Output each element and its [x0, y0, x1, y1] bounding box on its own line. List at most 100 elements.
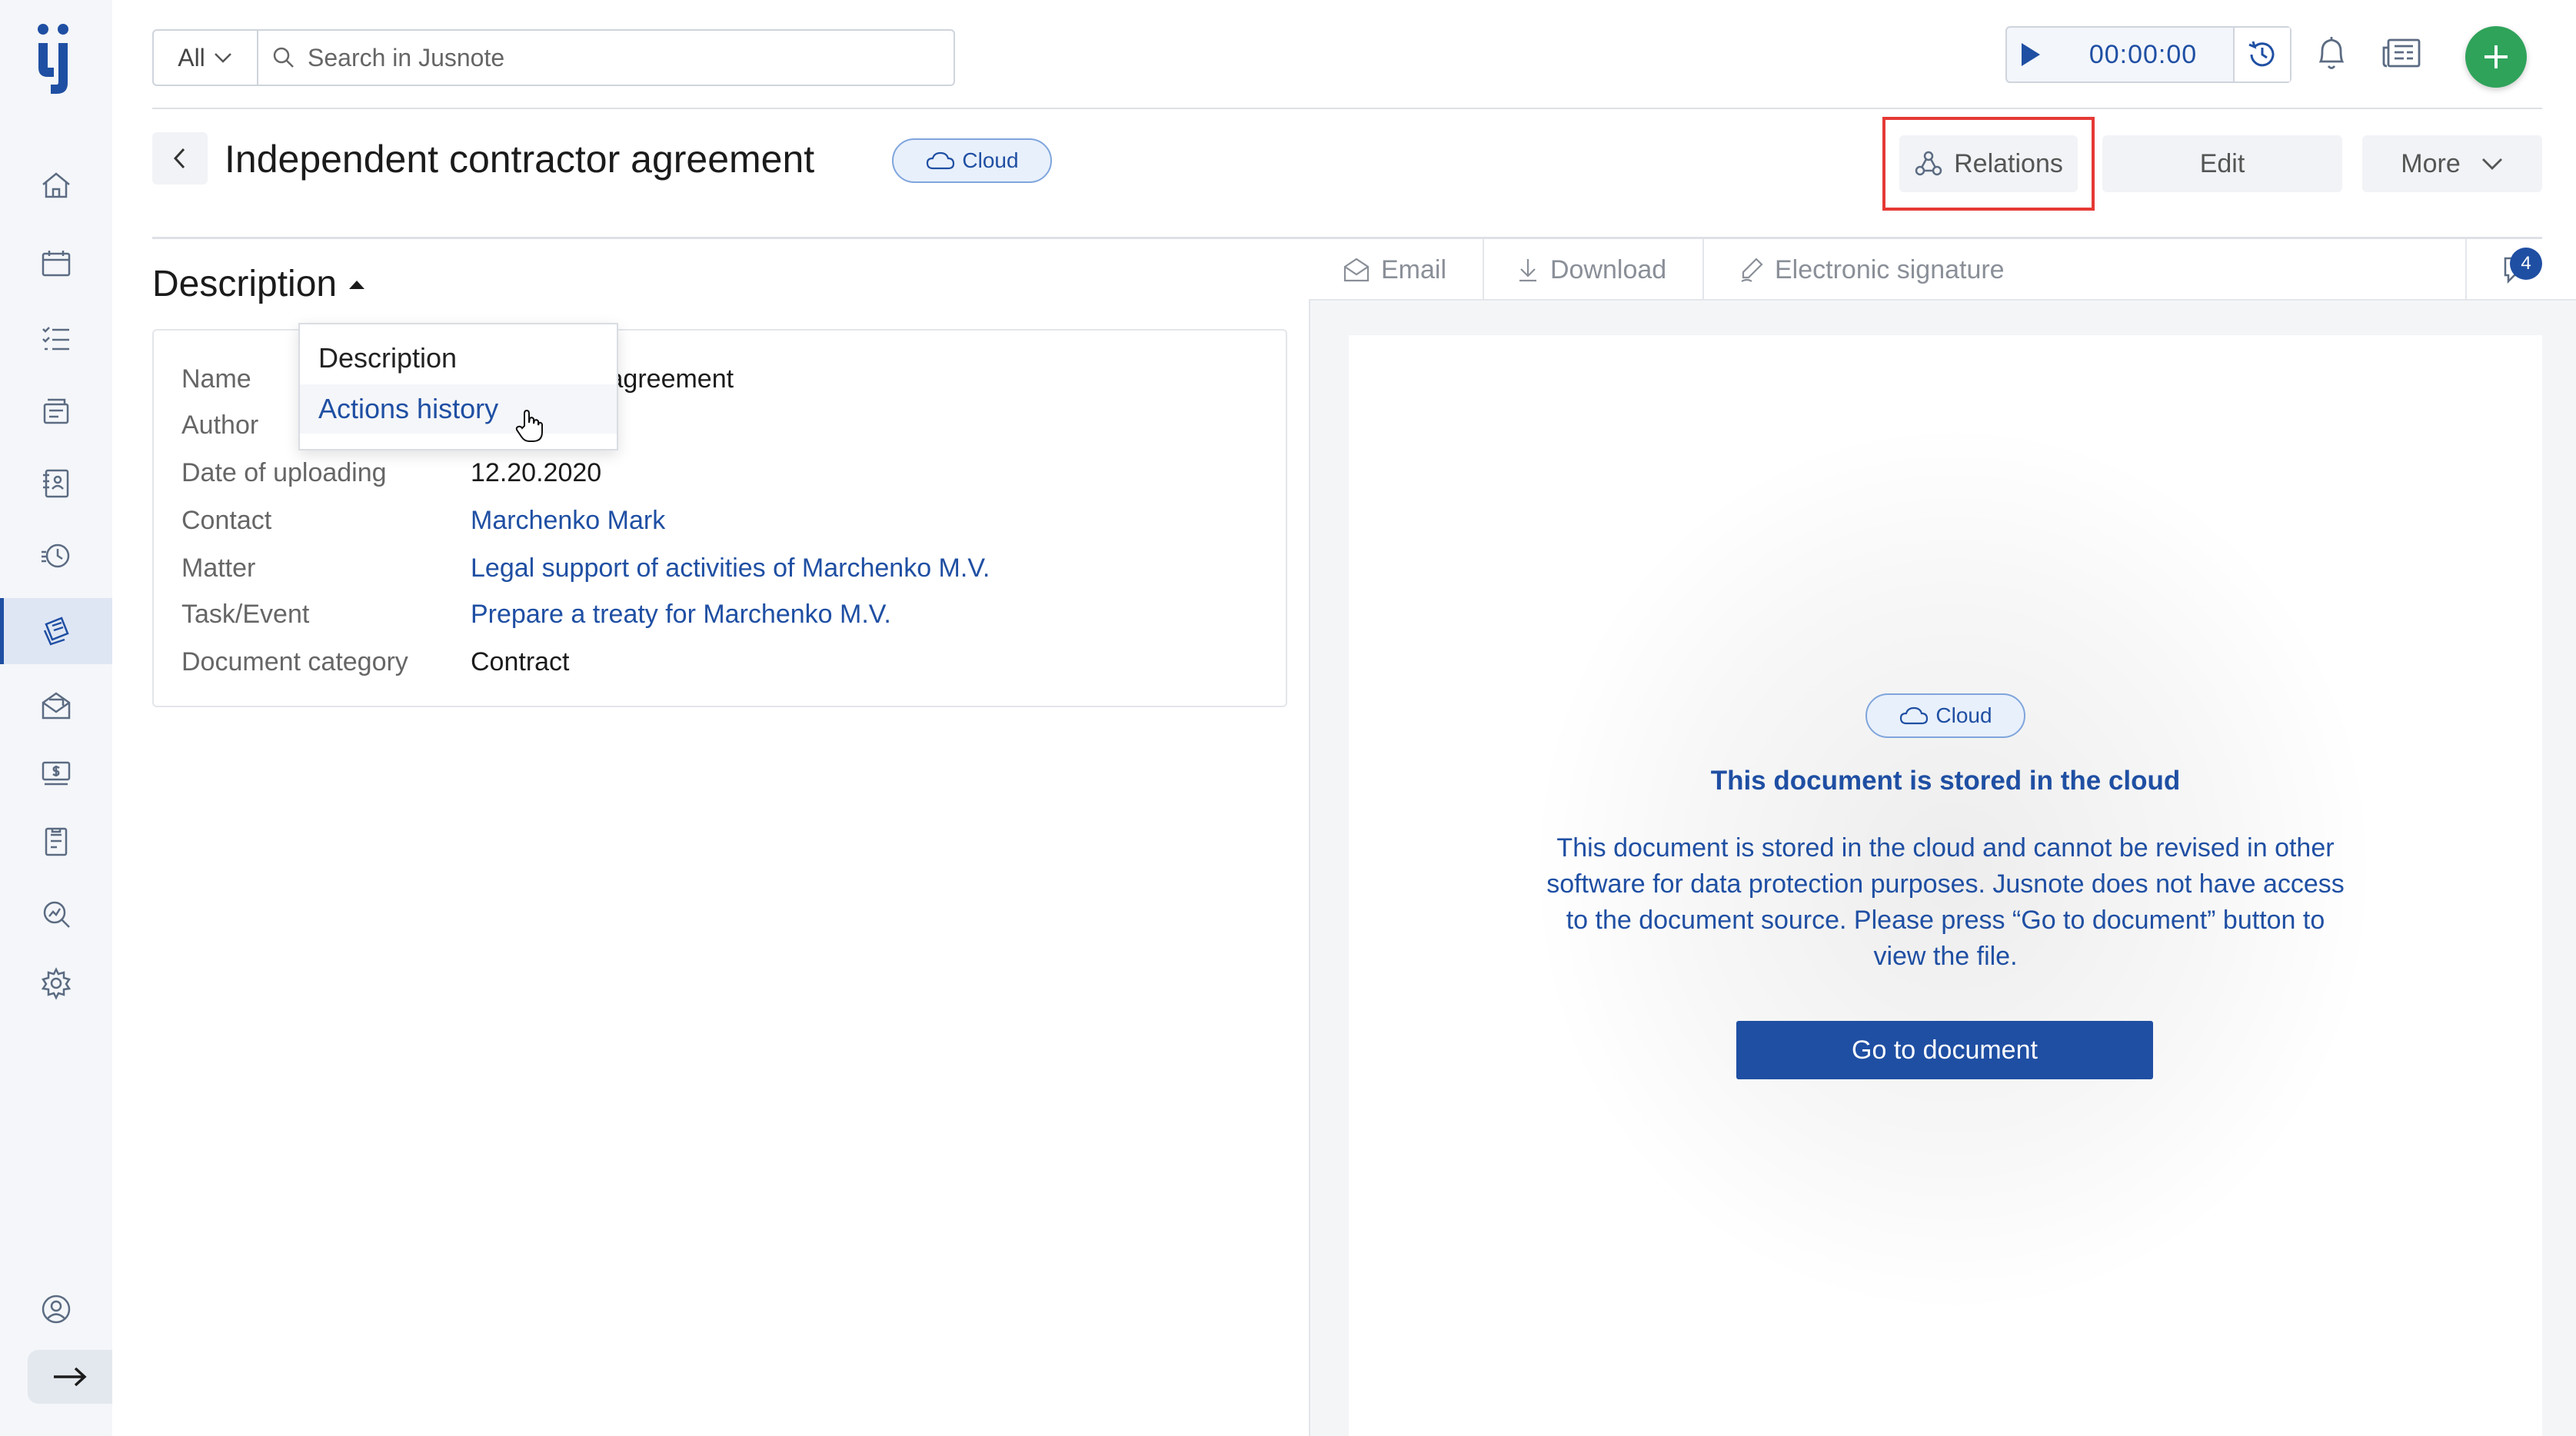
back-button[interactable] — [152, 132, 208, 184]
gear-icon — [41, 967, 72, 1000]
dropdown-item-description[interactable]: Description — [300, 334, 617, 383]
detail-value: Contract — [471, 647, 570, 676]
go-to-document-button[interactable]: Go to document — [1736, 1021, 2153, 1079]
signature-pen-icon — [1741, 258, 1763, 282]
search-scope-select[interactable]: All — [154, 31, 258, 85]
detail-row-category: Document category Contract — [181, 643, 570, 681]
calendar-icon — [42, 251, 71, 277]
download-icon — [1519, 259, 1536, 282]
caret-up-icon — [349, 280, 365, 289]
toolbar-separator — [2465, 239, 2467, 301]
task-link[interactable]: Prepare a treaty for Marchenko M.V. — [471, 600, 891, 630]
arrow-right-icon — [54, 1367, 87, 1387]
reports-icon — [45, 827, 68, 856]
matters-icon — [43, 398, 69, 424]
timer-display: 00:00:00 — [2088, 39, 2198, 69]
time-history-icon — [42, 543, 70, 568]
news-button[interactable] — [2381, 37, 2422, 73]
preview-cloud-badge-label: Cloud — [1935, 703, 1992, 727]
sidebar — [0, 0, 112, 1436]
hand-cursor-icon — [515, 409, 544, 447]
search-icon — [273, 47, 294, 68]
detail-label: Task/Event — [181, 599, 310, 629]
cloud-icon — [927, 151, 955, 170]
chevron-down-icon — [2481, 158, 2502, 170]
electronic-signature-label: Electronic signature — [1775, 254, 2005, 284]
edit-button-label: Edit — [2199, 148, 2245, 178]
download-button[interactable]: Download — [1516, 239, 1666, 301]
play-icon — [2022, 43, 2040, 66]
chevron-left-icon — [173, 148, 185, 169]
bell-icon — [2318, 37, 2345, 69]
detail-row-date: Date of uploading 12.20.2020 — [181, 454, 601, 492]
nav-contacts[interactable] — [0, 450, 112, 517]
preview-title: This document is stored in the cloud — [1710, 766, 2181, 796]
timer-history-button[interactable] — [2233, 28, 2290, 81]
relations-button[interactable]: Relations — [1899, 135, 2078, 192]
mail-icon — [42, 692, 71, 720]
nav-calendar[interactable] — [0, 231, 112, 297]
email-button[interactable]: Email — [1343, 239, 1446, 301]
contacts-book-icon — [43, 469, 69, 498]
page-title: Independent contractor agreement — [225, 138, 815, 181]
timer-play-button[interactable] — [2007, 42, 2053, 68]
create-new-button[interactable] — [2465, 26, 2527, 88]
contact-link[interactable]: Marchenko Mark — [471, 506, 665, 536]
timer-widget: 00:00:00 — [2005, 26, 2291, 83]
detail-label: Document category — [181, 647, 408, 676]
detail-label: Matter — [181, 553, 256, 583]
toolbar-separator — [1702, 239, 1704, 301]
user-profile-icon — [42, 1295, 71, 1324]
email-icon — [1343, 258, 1370, 282]
electronic-signature-button[interactable]: Electronic signature — [1739, 239, 2005, 301]
newspaper-icon — [2382, 38, 2421, 68]
cloud-badge-label: Cloud — [962, 148, 1019, 172]
analytics-icon — [43, 901, 70, 928]
toolbar-separator — [1483, 239, 1484, 301]
nav-profile[interactable] — [0, 1276, 112, 1342]
money-icon — [42, 761, 71, 786]
detail-label: Date of uploading — [181, 457, 387, 487]
chevron-down-icon — [214, 53, 231, 63]
nav-time-tracking[interactable] — [0, 523, 112, 589]
matter-link[interactable]: Legal support of activities of Marchenko… — [471, 553, 990, 583]
nav-home[interactable] — [0, 152, 112, 218]
cloud-icon — [1900, 706, 1929, 725]
more-button[interactable]: More — [2362, 135, 2542, 192]
nav-billing[interactable] — [0, 740, 112, 806]
comments-count-badge: 4 — [2510, 248, 2542, 280]
edit-button[interactable]: Edit — [2102, 135, 2342, 192]
email-button-label: Email — [1381, 254, 1447, 284]
header-divider — [152, 108, 2542, 109]
plus-icon — [2484, 45, 2508, 68]
nav-analytics[interactable] — [0, 881, 112, 947]
notifications-button[interactable] — [2315, 34, 2348, 76]
download-button-label: Download — [1550, 254, 1667, 284]
nav-reports[interactable] — [0, 809, 112, 875]
detail-value: 12.20.2020 — [471, 457, 602, 487]
global-search: All — [152, 29, 955, 86]
relations-icon — [1915, 151, 1942, 176]
section-heading-label: Description — [152, 264, 338, 304]
search-field — [258, 31, 954, 85]
section-dropdown: Description Actions history — [298, 323, 618, 450]
section-switcher[interactable]: Description — [152, 263, 366, 305]
dropdown-item-actions-history[interactable]: Actions history — [300, 384, 617, 434]
detail-row-task: Task/Event Prepare a treaty for Marchenk… — [181, 595, 891, 633]
relations-button-label: Relations — [1954, 148, 2063, 178]
nav-mail[interactable] — [0, 673, 112, 740]
documents-icon — [43, 617, 69, 646]
jusnote-logo[interactable] — [31, 22, 80, 95]
cloud-storage-badge: Cloud — [892, 138, 1052, 183]
nav-matters[interactable] — [0, 378, 112, 444]
task-list-icon — [42, 327, 69, 351]
preview-cloud-badge: Cloud — [1865, 693, 2025, 738]
nav-tasks[interactable] — [0, 306, 112, 372]
expand-sidebar-button[interactable] — [28, 1350, 112, 1404]
preview-message: This document is stored in the cloud and… — [1546, 833, 2345, 971]
search-input[interactable] — [308, 43, 923, 72]
nav-settings[interactable] — [0, 950, 112, 1016]
detail-label: Contact — [181, 505, 272, 535]
home-icon — [42, 172, 70, 198]
nav-documents[interactable] — [0, 598, 112, 664]
